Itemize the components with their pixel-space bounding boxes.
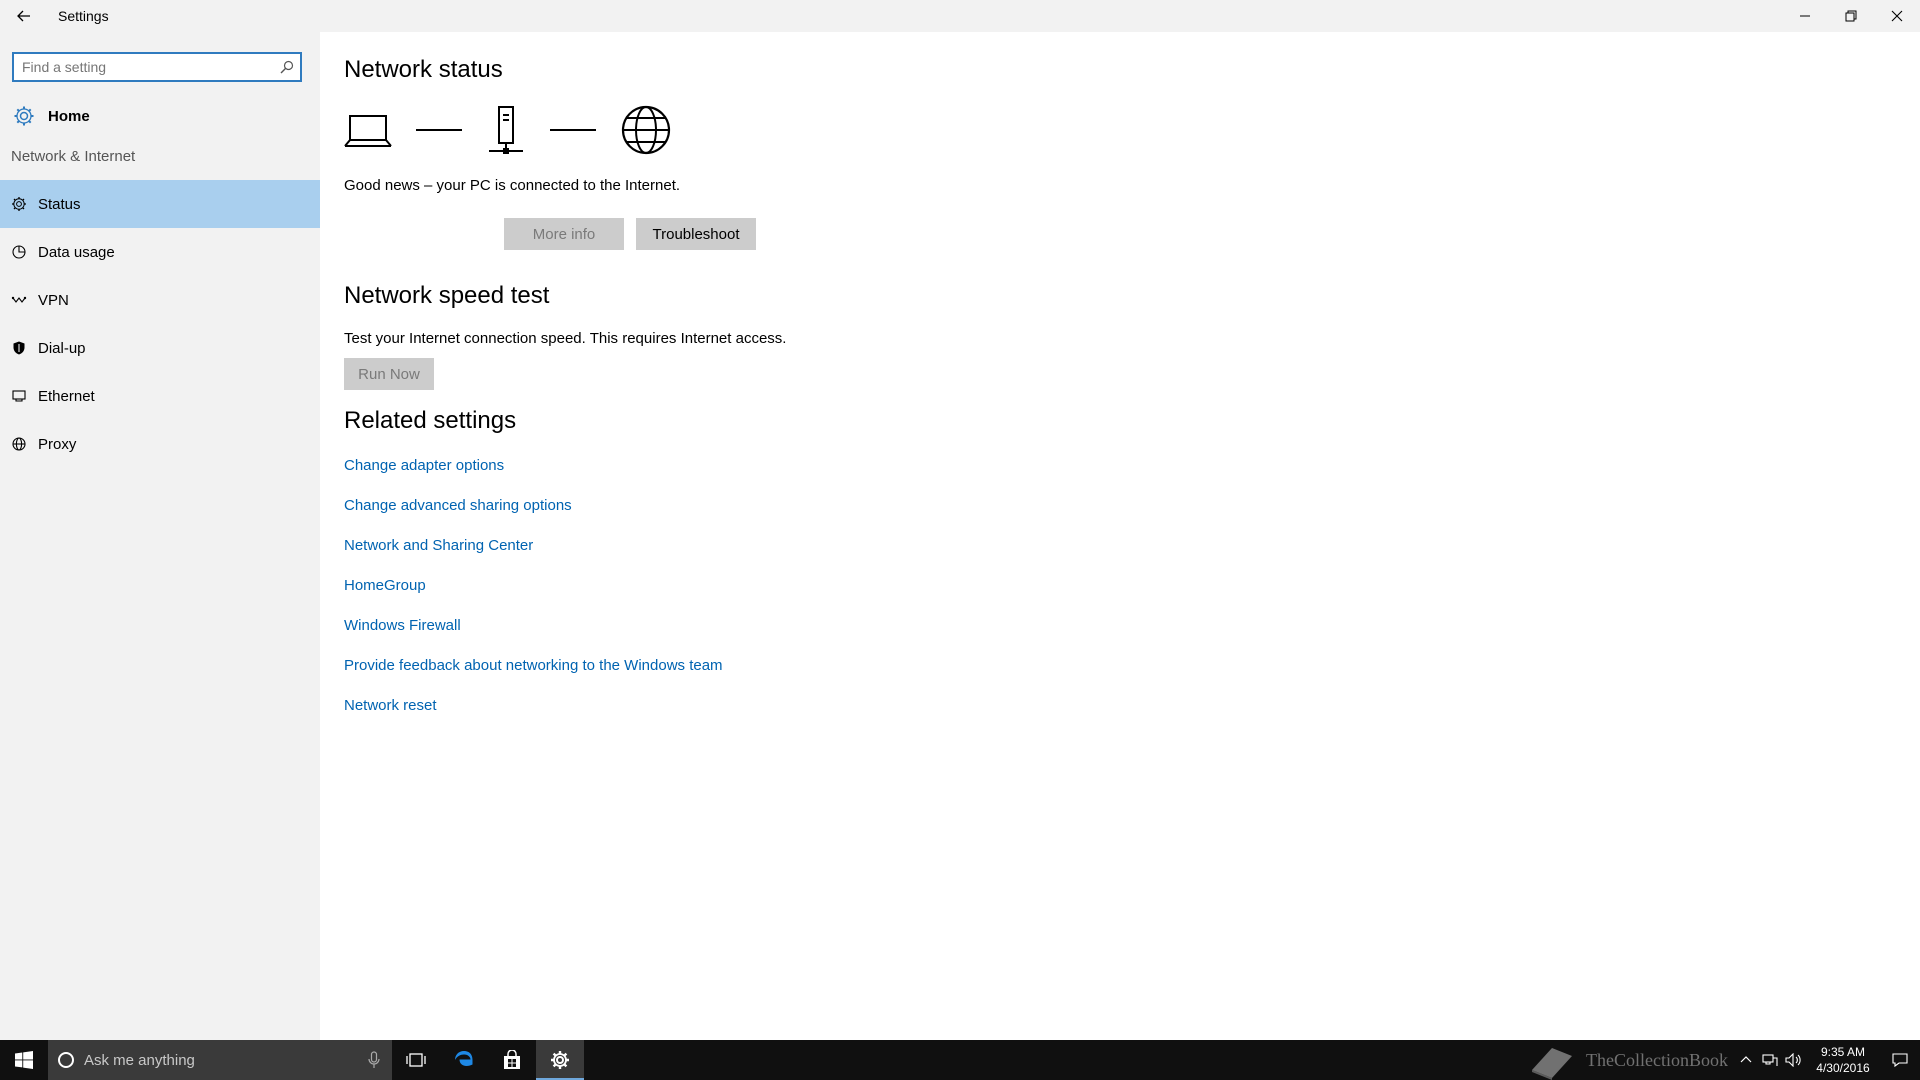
edge-browser-button[interactable]	[440, 1040, 488, 1080]
taskbar-search-placeholder: Ask me anything	[84, 1051, 195, 1069]
network-sharing-center-link[interactable]: Network and Sharing Center	[344, 536, 723, 576]
sidebar-item-label: VPN	[38, 291, 69, 309]
speed-test-heading: Network speed test	[344, 282, 550, 309]
connection-line	[550, 129, 596, 131]
vpn-icon	[0, 292, 38, 308]
section-label: Network & Internet	[11, 148, 136, 165]
network-status-heading: Network status	[344, 56, 503, 83]
sidebar-item-label: Data usage	[38, 243, 115, 261]
search-box[interactable]	[12, 52, 302, 82]
store-button[interactable]	[488, 1040, 536, 1080]
pie-chart-icon	[0, 244, 38, 260]
settings-taskbar-button[interactable]	[536, 1040, 584, 1080]
task-view-icon	[406, 1053, 426, 1067]
network-diagram	[344, 102, 672, 158]
microphone-icon[interactable]	[356, 1051, 392, 1069]
globe-icon	[0, 436, 38, 452]
related-settings-heading: Related settings	[344, 407, 517, 434]
minimize-button[interactable]	[1782, 0, 1828, 32]
sidebar-item-label: Dial-up	[38, 339, 86, 357]
sidebar-item-dial-up[interactable]: Dial-up	[0, 324, 320, 372]
sidebar-item-ethernet[interactable]: Ethernet	[0, 372, 320, 420]
network-icon[interactable]	[1758, 1053, 1782, 1067]
gear-icon	[0, 105, 48, 127]
taskbar: Ask me anything TheCollectionBook 9:35 A…	[0, 1040, 1920, 1080]
sidebar-item-label: Proxy	[38, 435, 77, 453]
minimize-icon	[1800, 15, 1810, 17]
clock-time: 9:35 AM	[1820, 1045, 1866, 1059]
chevron-up-icon[interactable]	[1734, 1054, 1758, 1066]
back-arrow-icon	[17, 10, 30, 22]
windows-firewall-link[interactable]: Windows Firewall	[344, 616, 723, 656]
sidebar-item-status[interactable]: Status	[0, 180, 320, 228]
sidebar-nav: Status Data usage VPN Dial-up Ethernet P…	[0, 180, 320, 468]
sidebar-item-label: Status	[38, 195, 81, 213]
home-nav-item[interactable]: Home	[0, 96, 320, 136]
restore-icon	[1845, 10, 1857, 22]
task-view-button[interactable]	[392, 1040, 440, 1080]
globe-icon	[621, 105, 671, 155]
cortana-icon	[48, 1051, 84, 1069]
troubleshoot-button[interactable]: Troubleshoot	[636, 218, 756, 250]
home-label: Home	[48, 107, 90, 125]
more-info-button[interactable]: More info	[504, 218, 624, 250]
network-reset-link[interactable]: Network reset	[344, 696, 723, 736]
ethernet-icon	[0, 388, 38, 404]
laptop-icon	[344, 115, 392, 147]
title-bar: Settings	[0, 0, 1920, 32]
edge-icon	[455, 1051, 473, 1066]
run-now-button[interactable]: Run Now	[344, 358, 434, 390]
connection-status-text: Good news – your PC is connected to the …	[344, 177, 681, 194]
book-icon	[1526, 1040, 1578, 1080]
volume-icon[interactable]	[1782, 1053, 1806, 1067]
homegroup-link[interactable]: HomeGroup	[344, 576, 723, 616]
gear-icon	[0, 196, 38, 212]
change-advanced-sharing-link[interactable]: Change advanced sharing options	[344, 496, 723, 536]
sidebar-item-vpn[interactable]: VPN	[0, 276, 320, 324]
change-adapter-options-link[interactable]: Change adapter options	[344, 456, 723, 496]
search-input[interactable]	[14, 58, 274, 76]
main-content: Network status Good news – your PC is co…	[344, 32, 1894, 1040]
start-button[interactable]	[0, 1040, 48, 1080]
taskbar-clock[interactable]: 9:35 AM 4/30/2016	[1806, 1044, 1880, 1076]
sidebar: Home Network & Internet Status Data usag…	[0, 32, 320, 1040]
clock-date: 4/30/2016	[1816, 1061, 1870, 1075]
action-center-button[interactable]	[1880, 1052, 1920, 1068]
speed-test-description: Test your Internet connection speed. Thi…	[344, 330, 787, 347]
related-links: Change adapter options Change advanced s…	[344, 456, 723, 736]
restore-button[interactable]	[1828, 0, 1874, 32]
system-tray: TheCollectionBook 9:35 AM 4/30/2016	[1526, 1040, 1920, 1080]
store-icon	[504, 1050, 520, 1069]
close-icon	[1891, 10, 1903, 22]
windows-logo-icon	[15, 1051, 33, 1069]
notification-icon	[1892, 1053, 1908, 1068]
connection-line	[416, 129, 462, 131]
search-icon[interactable]	[274, 60, 300, 74]
router-icon	[489, 106, 523, 154]
sidebar-item-label: Ethernet	[38, 387, 95, 405]
window-title: Settings	[58, 8, 109, 24]
dialup-icon	[0, 340, 38, 356]
watermark-text: TheCollectionBook	[1586, 1049, 1728, 1070]
close-button[interactable]	[1874, 0, 1920, 32]
sidebar-item-data-usage[interactable]: Data usage	[0, 228, 320, 276]
back-button[interactable]	[0, 0, 48, 32]
gear-icon	[551, 1051, 569, 1069]
provide-feedback-link[interactable]: Provide feedback about networking to the…	[344, 656, 723, 696]
taskbar-search[interactable]: Ask me anything	[48, 1040, 392, 1080]
sidebar-item-proxy[interactable]: Proxy	[0, 420, 320, 468]
